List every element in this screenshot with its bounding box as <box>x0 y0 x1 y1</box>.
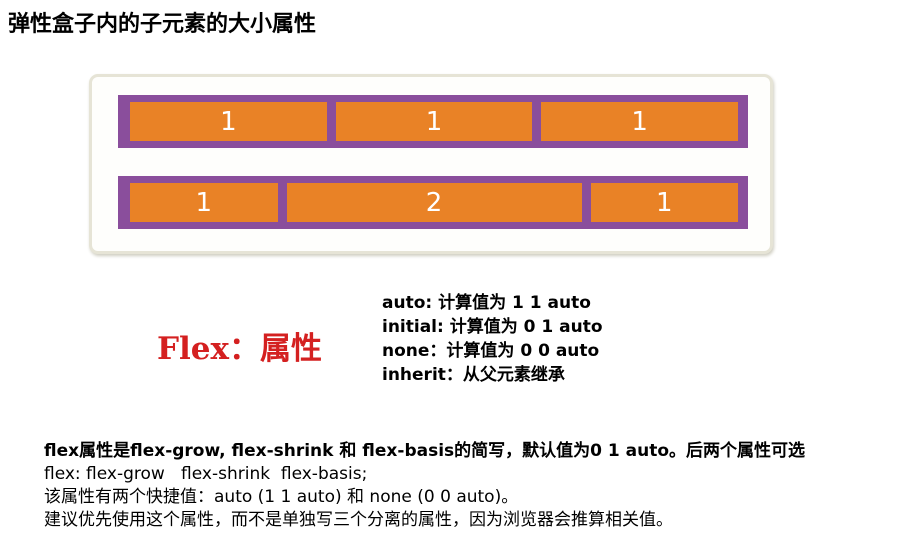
note-shortcuts: 该属性有两个快捷值：auto (1 1 auto) 和 none (0 0 au… <box>44 487 519 507</box>
flex-container-row-2: 1 2 1 <box>118 176 748 229</box>
flex-values-list: auto: 计算值为 1 1 auto initial: 计算值为 0 1 au… <box>382 291 603 387</box>
flex-notes: flex属性是flex-grow, flex-shrink 和 flex-bas… <box>44 440 805 532</box>
flex-demo-box: 1 1 1 1 2 1 <box>89 74 773 254</box>
flex-container-row-1: 1 1 1 <box>118 95 748 148</box>
note-syntax: flex: flex-grow flex-shrink flex-basis; <box>44 464 368 484</box>
note-shorthand: flex属性是flex-grow, flex-shrink 和 flex-bas… <box>44 441 806 461</box>
flex-item: 1 <box>590 183 738 222</box>
value-inherit: inherit：从父元素继承 <box>382 365 565 385</box>
flex-item: 1 <box>130 183 278 222</box>
page-title: 弹性盒子内的子元素的大小属性 <box>8 12 317 37</box>
note-recommendation: 建议优先使用这个属性，而不是单独写三个分离的属性，因为浏览器会推算相关值。 <box>44 510 673 530</box>
value-none: none：计算值为 0 0 auto <box>382 341 600 361</box>
flex-item: 1 <box>130 102 327 141</box>
flex-property-label: Flex：属性 <box>157 331 322 367</box>
value-initial: initial: 计算值为 0 1 auto <box>382 317 603 337</box>
flex-item: 1 <box>335 102 533 141</box>
flex-item: 1 <box>541 102 739 141</box>
flex-item: 2 <box>286 183 582 222</box>
value-auto: auto: 计算值为 1 1 auto <box>382 293 591 313</box>
